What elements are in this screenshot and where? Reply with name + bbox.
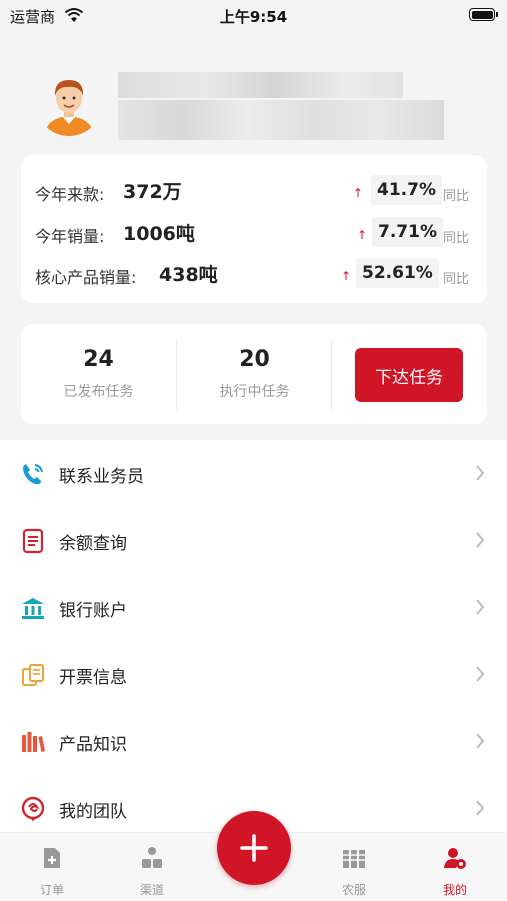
order-icon — [44, 848, 60, 868]
books-icon — [22, 732, 45, 752]
stat-percentage: 7.71% — [372, 217, 443, 247]
clock: 上午9:54 — [219, 8, 288, 26]
menu-item-bank-account[interactable]: 银行账户 — [0, 574, 507, 641]
in-progress-tasks-count: 20 — [239, 347, 270, 372]
arrow-up-icon: ↑ — [340, 269, 352, 283]
agri-service-icon — [343, 850, 365, 868]
tab-mine[interactable]: 我的 — [415, 833, 495, 901]
arrow-up-icon: ↑ — [356, 228, 368, 242]
menu-item-label: 银行账户 — [59, 601, 127, 621]
menu-item-label: 开票信息 — [59, 668, 127, 688]
profile-icon — [444, 848, 466, 869]
tasks-card: 24 已发布任务 20 执行中任务 下达任务 — [21, 324, 487, 424]
published-tasks-label: 已发布任务 — [63, 384, 134, 400]
battery-icon — [469, 8, 498, 21]
chevron-right-icon — [476, 800, 485, 816]
add-button[interactable] — [217, 811, 291, 885]
bank-icon — [22, 598, 44, 619]
menu-item-label: 产品知识 — [59, 735, 127, 755]
arrow-up-icon: ↑ — [352, 186, 364, 200]
stat-row-sales: 今年销量: 1006吨 ↑ 7.71% 同比 — [21, 215, 487, 251]
tab-channels[interactable]: 渠道 — [112, 833, 192, 901]
menu-item-label: 余额查询 — [59, 534, 127, 554]
stat-label: 今年来款: — [35, 185, 105, 204]
tab-label: 农服 — [341, 883, 366, 897]
menu-list: 联系业务员 余额查询 银行账户 开票信息 产品知识 我的团队 — [0, 440, 507, 840]
redacted-block — [118, 72, 403, 98]
stat-compare-label: 同比 — [443, 272, 470, 287]
published-tasks-count: 24 — [83, 347, 114, 372]
avatar[interactable] — [36, 70, 102, 136]
redacted-block — [118, 100, 444, 140]
invoice-icon — [22, 664, 44, 686]
channel-icon — [142, 847, 162, 868]
tab-agri-service[interactable]: 农服 — [314, 833, 394, 901]
stats-card: 今年来款: 372万 ↑ 41.7% 同比 今年销量: 1006吨 ↑ 7.71… — [21, 155, 487, 303]
stat-row-payment: 今年来款: 372万 ↑ 41.7% 同比 — [21, 173, 487, 209]
redacted-user-name — [118, 72, 444, 140]
menu-item-invoice-info[interactable]: 开票信息 — [0, 641, 507, 708]
stat-row-core-product: 核心产品销量: 438吨 ↑ 52.61% 同比 — [21, 256, 487, 292]
chevron-right-icon — [476, 465, 485, 481]
chevron-right-icon — [476, 599, 485, 615]
status-bar: 运营商 上午9:54 — [0, 0, 507, 32]
avatar-illustration — [36, 70, 102, 136]
menu-item-label: 我的团队 — [59, 802, 127, 822]
stat-value: 372万 — [123, 181, 182, 203]
tab-label: 渠道 — [139, 883, 164, 897]
tab-orders[interactable]: 订单 — [12, 833, 92, 901]
menu-item-product-knowledge[interactable]: 产品知识 — [0, 708, 507, 775]
menu-item-contact-salesperson[interactable]: 联系业务员 — [0, 440, 507, 507]
stat-compare-label: 同比 — [443, 231, 470, 246]
issue-task-button[interactable]: 下达任务 — [355, 348, 463, 402]
tab-label: 订单 — [39, 883, 64, 897]
menu-item-label: 联系业务员 — [59, 467, 144, 487]
stat-label: 今年销量: — [35, 227, 105, 246]
stat-percentage: 52.61% — [356, 258, 439, 288]
stat-label: 核心产品销量: — [35, 268, 137, 287]
stat-value: 438吨 — [159, 264, 218, 286]
divider — [331, 338, 332, 410]
phone-icon — [23, 464, 43, 485]
plus-icon — [240, 834, 268, 862]
tab-label: 我的 — [442, 883, 467, 897]
chevron-right-icon — [476, 733, 485, 749]
stat-value: 1006吨 — [123, 223, 195, 245]
chevron-right-icon — [476, 532, 485, 548]
stat-compare-label: 同比 — [443, 189, 470, 204]
team-icon — [21, 796, 45, 821]
document-icon — [22, 528, 44, 554]
menu-item-balance-query[interactable]: 余额查询 — [0, 507, 507, 574]
chevron-right-icon — [476, 666, 485, 682]
in-progress-tasks-label: 执行中任务 — [219, 384, 290, 400]
stat-percentage: 41.7% — [371, 175, 442, 205]
